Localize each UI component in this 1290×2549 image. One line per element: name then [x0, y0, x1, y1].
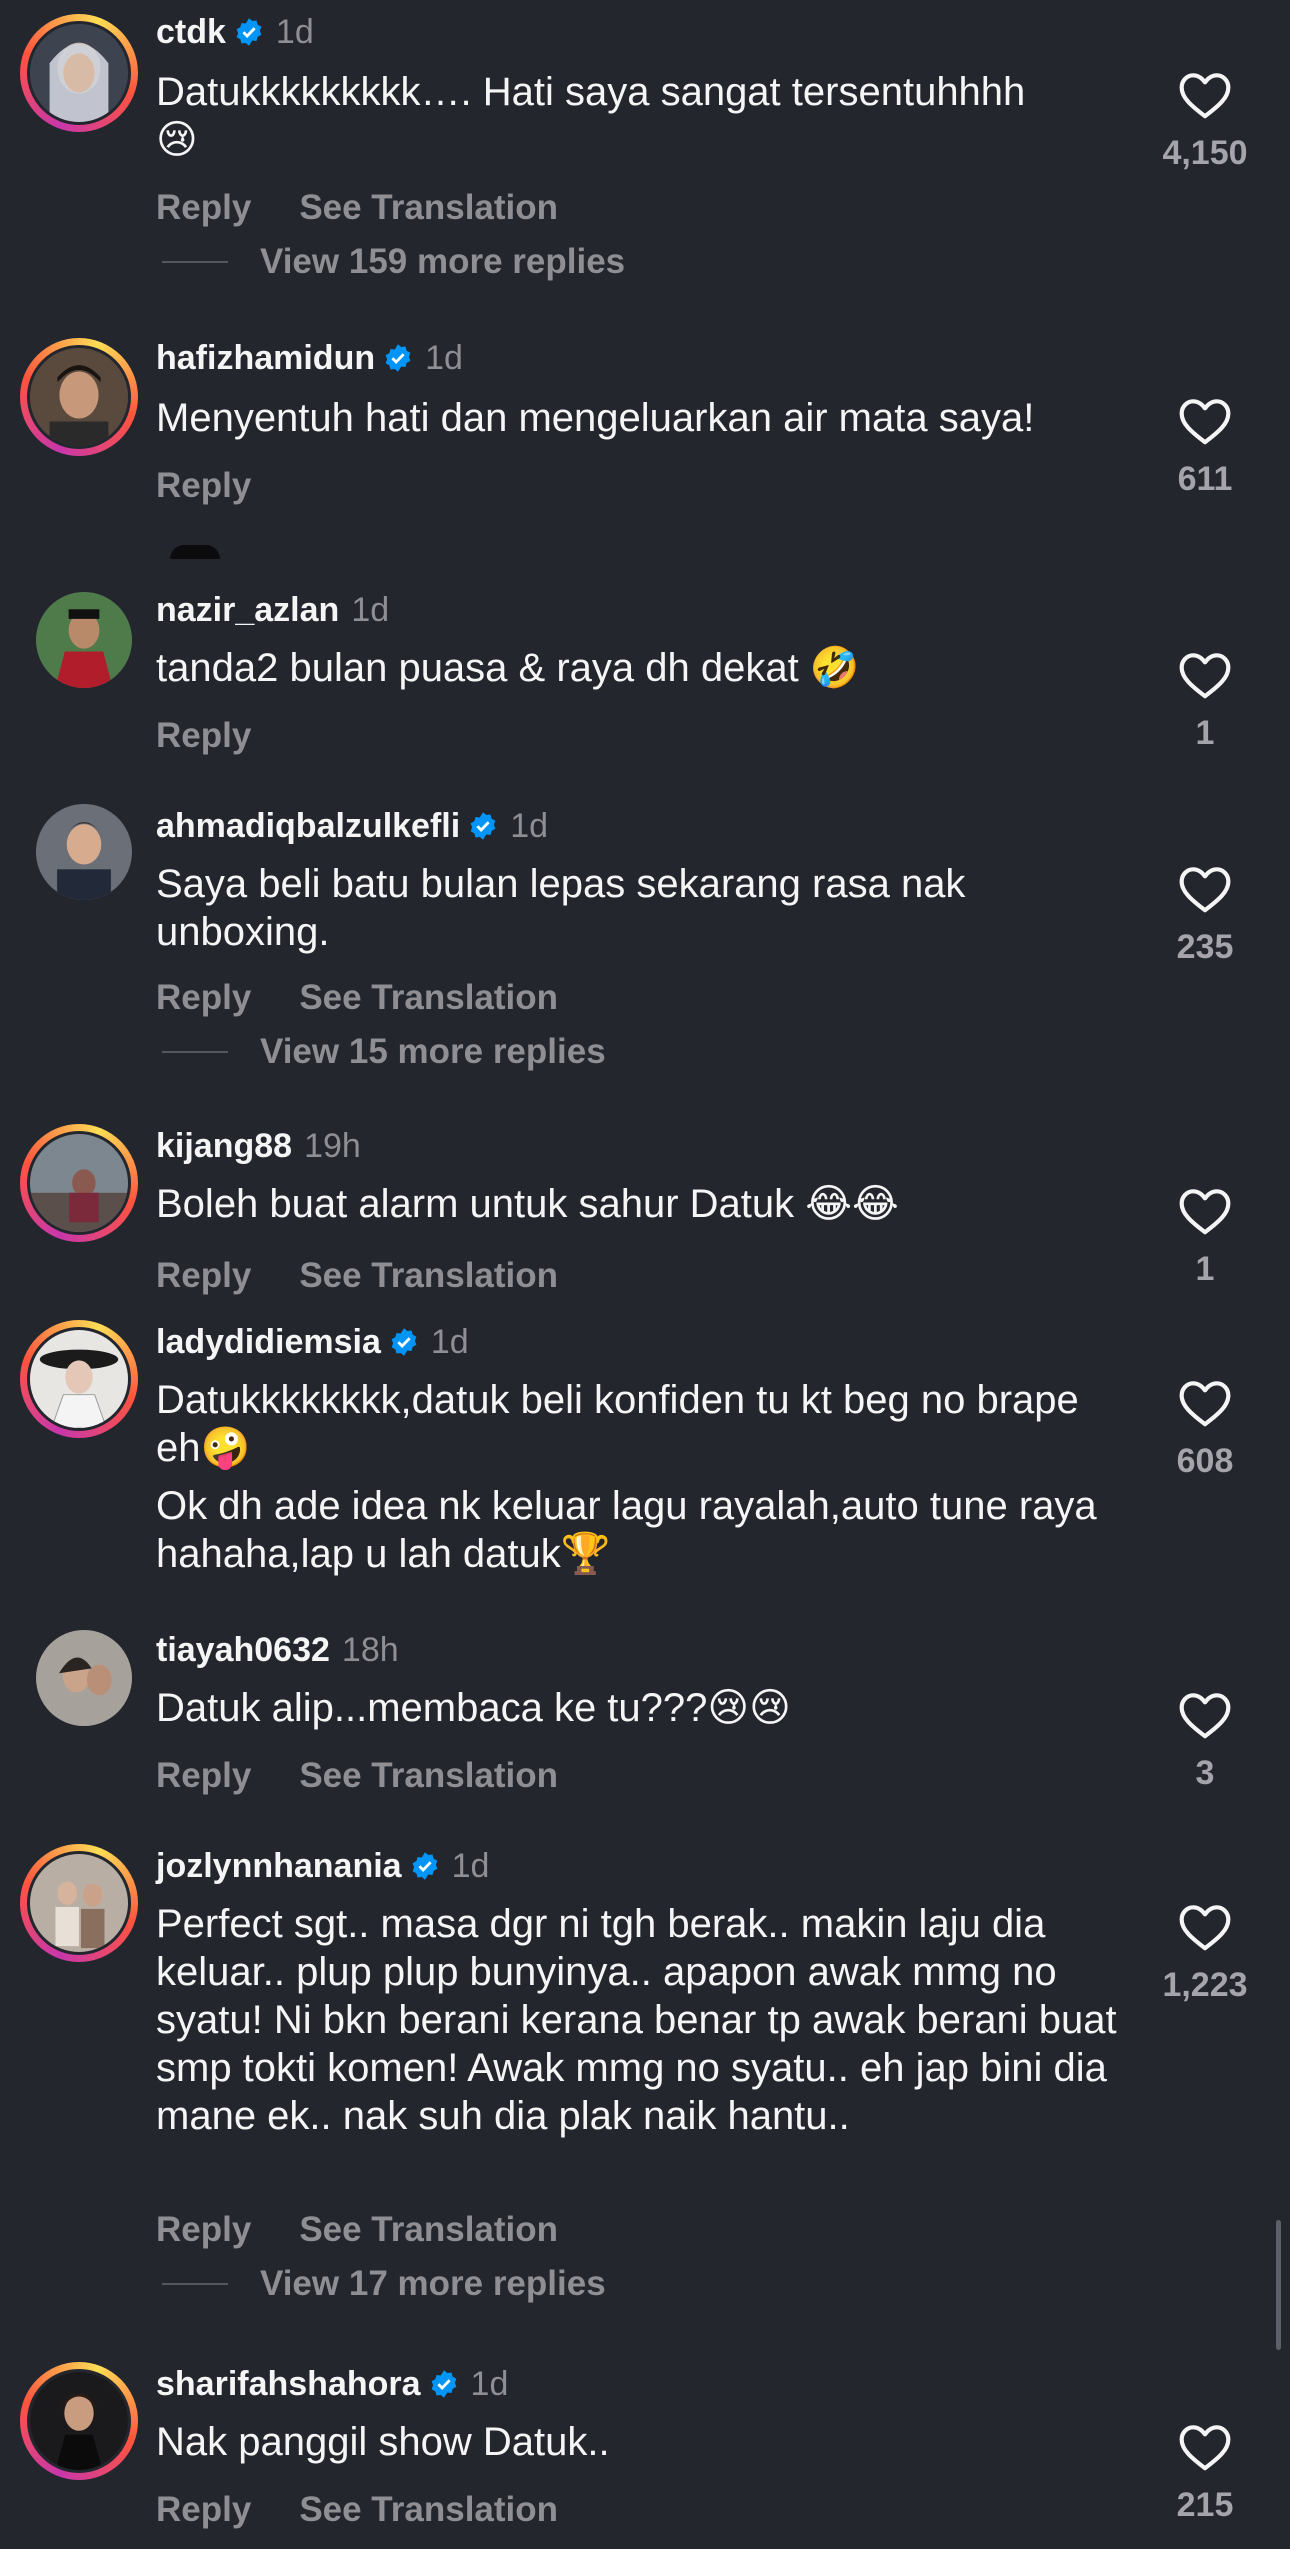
comment-text-line2: Ok dh ade idea nk keluar lagu rayalah,au…: [156, 1484, 1097, 1576]
like-count: 235: [1176, 928, 1234, 966]
username[interactable]: ctdk: [156, 13, 226, 52]
view-more-replies[interactable]: View 15 more replies: [162, 1032, 606, 1072]
verified-badge-icon: [412, 1852, 437, 1880]
like-count: 1: [1195, 1250, 1215, 1288]
view-more-replies-label: View 159 more replies: [260, 242, 626, 281]
comment-text: Saya beli batu bulan lepas sekarang rasa…: [156, 862, 966, 954]
username[interactable]: sharifahshahora: [156, 2365, 421, 2404]
heart-outline-icon[interactable]: [1177, 1900, 1233, 1952]
divider: [162, 1051, 228, 1053]
comment-text: Boleh buat alarm untuk sahur Datuk: [156, 1182, 795, 1226]
avatar[interactable]: [36, 804, 132, 900]
avatar[interactable]: [20, 1124, 138, 1242]
emoji: 🏆: [560, 1531, 611, 1577]
reply-button[interactable]: Reply: [156, 716, 251, 756]
username[interactable]: tiayah0632: [156, 1631, 330, 1670]
reply-button[interactable]: Reply: [156, 978, 251, 1018]
comment-text: Perfect sgt.. masa dgr ni tgh berak.. ma…: [156, 1902, 1117, 2138]
view-more-replies-label: View 15 more replies: [260, 1032, 606, 1071]
emoji: 🤣: [809, 645, 860, 691]
timestamp: 1d: [430, 1322, 469, 1361]
avatar[interactable]: [20, 2362, 138, 2480]
timestamp: 18h: [341, 1630, 399, 1669]
like-count: 3: [1195, 1754, 1215, 1792]
heart-outline-icon[interactable]: [1177, 1688, 1233, 1740]
comment-text: tanda2 bulan puasa & raya dh dekat: [156, 646, 799, 690]
timestamp: 1d: [470, 2364, 509, 2403]
like-count: 1,223: [1162, 1966, 1248, 2004]
avatar[interactable]: [20, 1320, 138, 1438]
comment-text: Datukkkkkkkkk…. Hati saya sangat tersent…: [156, 70, 1026, 114]
like-count: 4,150: [1162, 134, 1248, 172]
verified-badge-icon: [385, 344, 411, 372]
comment-text: Menyentuh hati dan mengeluarkan air mata…: [156, 396, 1035, 440]
timestamp: 1d: [425, 338, 463, 377]
username[interactable]: kijang88: [156, 1127, 292, 1166]
timestamp: 1d: [510, 806, 549, 845]
username[interactable]: jozlynnhanania: [156, 1847, 402, 1886]
see-translation-button[interactable]: See Translation: [299, 1256, 558, 1296]
comment-text: Datuk alip...membaca ke tu???: [156, 1686, 708, 1730]
heart-outline-icon[interactable]: [1177, 68, 1233, 120]
heart-outline-icon[interactable]: [1177, 2420, 1233, 2472]
scrollbar[interactable]: [1276, 2220, 1281, 2350]
avatar[interactable]: [20, 14, 138, 132]
timestamp: 19h: [304, 1126, 361, 1165]
avatar[interactable]: [36, 592, 132, 688]
timestamp: 1d: [275, 12, 314, 51]
view-more-replies[interactable]: View 159 more replies: [162, 242, 625, 282]
heart-outline-icon[interactable]: [1177, 1376, 1233, 1428]
see-translation-button[interactable]: See Translation: [299, 2490, 558, 2530]
emoji: 😢😢: [707, 1685, 791, 1731]
see-translation-button[interactable]: See Translation: [299, 978, 558, 1018]
emoji: 🤪: [200, 1425, 251, 1471]
divider: [162, 2283, 228, 2285]
emoji: 😂😂: [805, 1181, 899, 1227]
like-count: 608: [1176, 1442, 1234, 1480]
divider: [162, 261, 228, 263]
verified-badge-icon: [431, 2370, 456, 2398]
verified-badge-icon: [470, 812, 496, 840]
reply-button[interactable]: Reply: [156, 1756, 251, 1796]
avatar[interactable]: [20, 1844, 138, 1962]
username[interactable]: nazir_azlan: [156, 591, 339, 630]
view-more-replies[interactable]: View 17 more replies: [162, 2264, 606, 2304]
reply-button[interactable]: Reply: [156, 466, 251, 506]
see-translation-button[interactable]: See Translation: [299, 1756, 558, 1796]
username[interactable]: hafizhamidun: [156, 339, 375, 378]
timestamp: 1d: [351, 590, 390, 629]
reply-button[interactable]: Reply: [156, 2210, 251, 2250]
like-count: 611: [1177, 460, 1233, 498]
heart-outline-icon[interactable]: [1177, 648, 1233, 700]
like-count: 215: [1176, 2486, 1234, 2524]
username[interactable]: ladydidiemsia: [156, 1323, 381, 1362]
avatar[interactable]: [36, 1630, 132, 1726]
view-more-replies-label: View 17 more replies: [260, 2264, 606, 2303]
partial-avatar: [170, 545, 220, 559]
username[interactable]: ahmadiqbalzulkefli: [156, 807, 460, 846]
reply-button[interactable]: Reply: [156, 1256, 251, 1296]
timestamp: 1d: [451, 1846, 490, 1885]
comment-text: Nak panggil show Datuk..: [156, 2420, 610, 2464]
emoji: 😢: [156, 117, 198, 163]
see-translation-button[interactable]: See Translation: [299, 188, 558, 228]
verified-badge-icon: [391, 1328, 417, 1356]
heart-outline-icon[interactable]: [1177, 394, 1233, 446]
heart-outline-icon[interactable]: [1177, 1184, 1233, 1236]
comment-text: Datukkkkkkkk,datuk beli konfiden tu kt b…: [156, 1378, 1079, 1470]
like-count: 1: [1195, 714, 1215, 752]
see-translation-button[interactable]: See Translation: [299, 2210, 558, 2250]
reply-button[interactable]: Reply: [156, 188, 251, 228]
heart-outline-icon[interactable]: [1177, 862, 1233, 914]
verified-badge-icon: [236, 18, 262, 46]
reply-button[interactable]: Reply: [156, 2490, 251, 2530]
avatar[interactable]: [20, 338, 138, 456]
